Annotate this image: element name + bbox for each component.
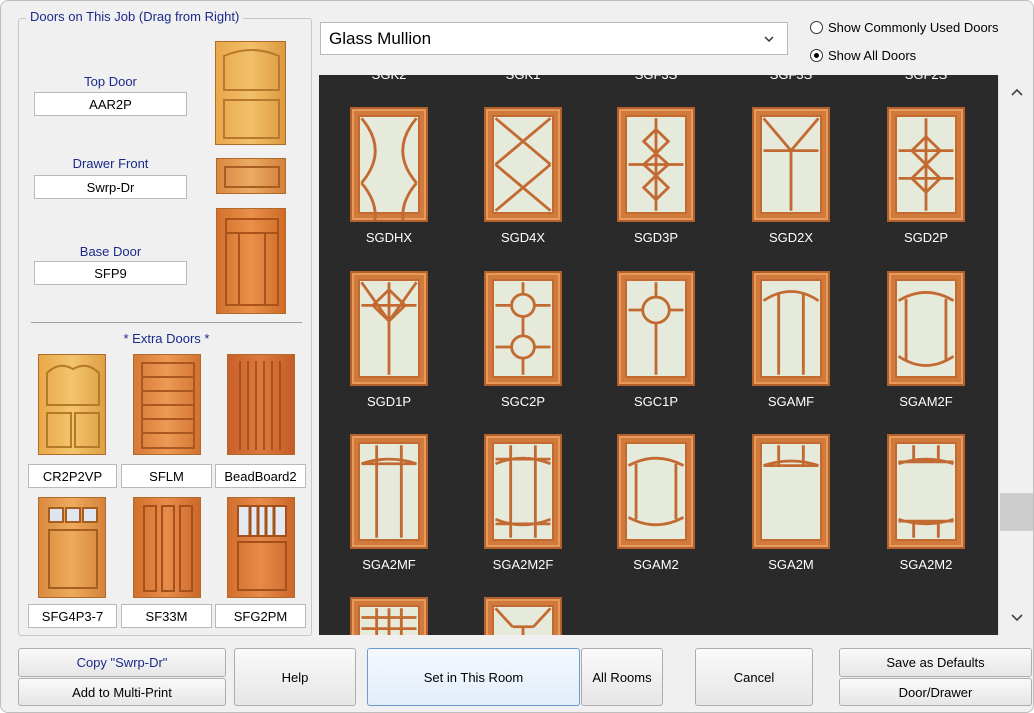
scrollbar-thumb[interactable] [1000,493,1033,531]
scroll-down-icon[interactable] [1010,611,1024,629]
door-tile[interactable] [484,597,562,635]
radio-selected-icon [810,49,823,62]
door-label: SGD3P [633,230,679,245]
door-label: SGAM2 [633,557,679,572]
drawer-front-field[interactable]: Swrp-Dr [34,175,187,199]
door-label: SGD4X [500,230,546,245]
door-label: SGF3S [741,75,841,82]
extra-door-thumbnail[interactable] [38,354,106,455]
extra-door-thumbnail[interactable] [227,497,295,598]
extra-door-field[interactable]: SF33M [121,604,212,628]
door-label: SGK1 [473,75,573,82]
top-door-thumbnail[interactable] [215,41,286,145]
door-tile[interactable] [484,271,562,386]
extra-door-field[interactable]: SFG2PM [215,604,306,628]
category-select-value: Glass Mullion [329,29,432,48]
base-door-thumbnail[interactable] [216,208,286,314]
door-label: SGF2S [876,75,976,82]
add-to-multi-print-button[interactable]: Add to Multi-Print [18,678,226,706]
show-all-doors-label: Show All Doors [828,48,917,63]
door-label: SGAM2F [899,394,953,409]
door-drawer-button[interactable]: Door/Drawer [839,678,1032,706]
door-label: SGA2M2F [492,557,554,572]
door-tile[interactable] [887,107,965,222]
door-tile[interactable] [350,434,428,549]
door-label: SGA2M2 [899,557,953,572]
door-label: SGK2 [339,75,439,82]
drawer-front-label: Drawer Front [72,156,149,171]
door-tile[interactable] [617,434,695,549]
door-label: SGD2P [903,230,949,245]
cancel-button[interactable]: Cancel [695,648,813,706]
door-label: SGD1P [366,394,412,409]
door-label: SGD2X [768,230,814,245]
door-tile[interactable] [350,107,428,222]
extra-door-thumbnail[interactable] [227,354,295,455]
door-tile[interactable] [752,107,830,222]
chevron-down-icon[interactable] [763,32,775,50]
door-tile[interactable] [617,107,695,222]
door-tile[interactable] [350,597,428,635]
base-door-label: Base Door [79,244,142,259]
extra-door-thumbnail[interactable] [38,497,106,598]
all-rooms-button[interactable]: All Rooms [581,648,663,706]
door-tile[interactable] [350,271,428,386]
door-tile[interactable] [484,107,562,222]
extra-doors-title: * Extra Doors * [123,331,210,346]
save-as-defaults-button[interactable]: Save as Defaults [839,648,1032,677]
radio-circle-icon [810,21,823,34]
door-label: SGDHX [365,230,413,245]
door-label: SGF3S [606,75,706,82]
extra-door-field[interactable]: SFLM [121,464,212,488]
drawer-front-thumbnail[interactable] [216,158,286,194]
group-title: Doors on This Job (Drag from Right) [26,9,244,24]
door-tile[interactable] [617,271,695,386]
door-label: SGAMF [767,394,815,409]
door-tile[interactable] [887,434,965,549]
door-tile[interactable] [752,434,830,549]
top-door-field[interactable]: AAR2P [34,92,187,116]
show-common-doors-label: Show Commonly Used Doors [828,20,999,35]
door-label: SGA2MF [362,557,416,572]
gallery-scrollbar[interactable] [998,75,1033,635]
show-all-doors-radio[interactable]: Show All Doors [810,48,916,63]
category-select[interactable]: Glass Mullion [320,22,788,55]
door-tile[interactable] [484,434,562,549]
door-selection-window: Doors on This Job (Drag from Right) Top … [0,0,1034,713]
extra-door-field[interactable]: BeadBoard2 [215,464,306,488]
door-tile[interactable] [887,271,965,386]
door-tile[interactable] [752,271,830,386]
door-label: SGC2P [500,394,546,409]
top-door-label: Top Door [84,74,137,89]
extra-door-field[interactable]: CR2P2VP [28,464,117,488]
extra-door-field[interactable]: SFG4P3-7 [28,604,117,628]
extra-door-thumbnail[interactable] [133,354,201,455]
help-button[interactable]: Help [234,648,356,706]
extra-door-thumbnail[interactable] [133,497,201,598]
door-gallery[interactable]: SGK2 SGK1 SGF3S SGF3S SGF2S SGDHX SGD4X SGD3P SG… [319,75,998,635]
door-label: SGC1P [633,394,679,409]
divider [31,322,302,323]
door-label: SGA2M [768,557,814,572]
scroll-up-icon[interactable] [1010,85,1024,103]
set-in-this-room-button[interactable]: Set in This Room [367,648,580,706]
base-door-field[interactable]: SFP9 [34,261,187,285]
copy-button[interactable]: Copy "Swrp-Dr" [18,648,226,677]
show-common-doors-radio[interactable]: Show Commonly Used Doors [810,20,999,35]
